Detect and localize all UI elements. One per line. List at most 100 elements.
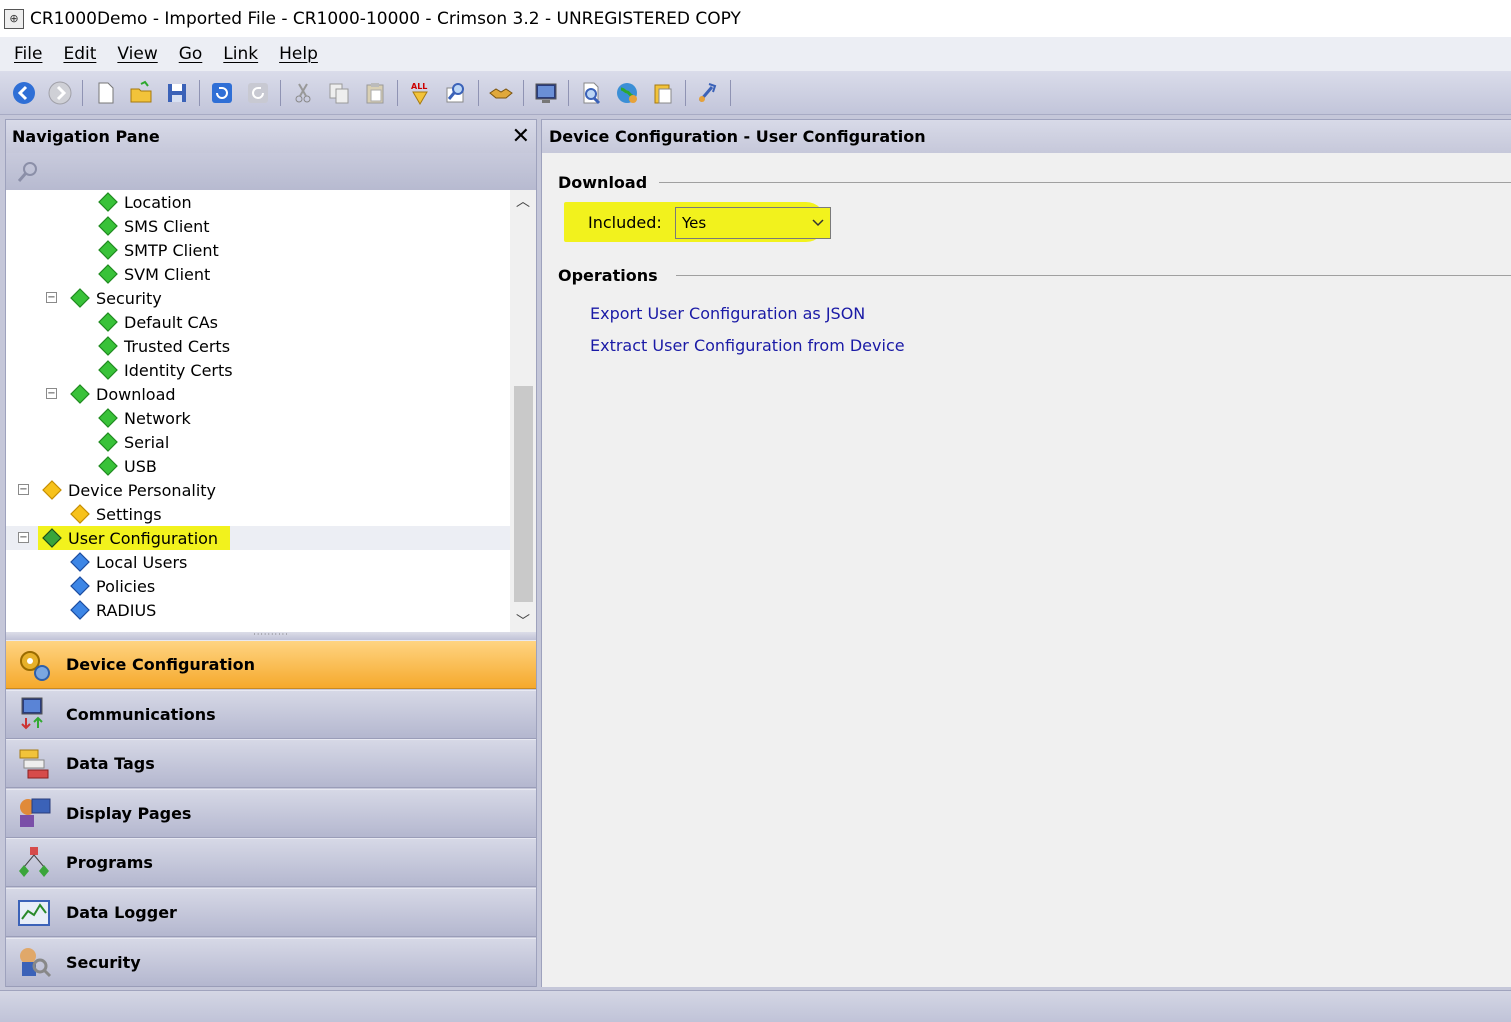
tree-item[interactable]: Settings — [6, 502, 510, 526]
tree-item-label: Trusted Certs — [124, 336, 231, 356]
export-json-link[interactable]: Export User Configuration as JSON — [590, 304, 865, 323]
menu-view[interactable]: View — [117, 44, 157, 64]
collapse-icon[interactable]: − — [46, 388, 57, 399]
tree-item-label: Network — [124, 408, 191, 428]
clipboard-icon — [654, 84, 672, 103]
menu-file[interactable]: File — [14, 44, 42, 64]
tree-item[interactable]: Serial — [6, 430, 510, 454]
tree-item[interactable]: Policies — [6, 574, 510, 598]
inspect-icon — [583, 82, 601, 104]
undo-button[interactable] — [207, 78, 237, 108]
monitor-button[interactable] — [531, 78, 561, 108]
save-button[interactable] — [162, 78, 192, 108]
tree-item[interactable]: RADIUS — [6, 598, 510, 622]
nav-search-bar[interactable] — [6, 153, 536, 190]
pane-splitter[interactable]: ·········· — [6, 631, 536, 640]
redo-button[interactable] — [243, 78, 273, 108]
yellow-diamond-icon — [70, 504, 90, 524]
find-button[interactable] — [441, 78, 471, 108]
application-window: ⊕ CR1000Demo - Imported File - CR1000-10… — [0, 0, 1511, 1022]
app-icon: ⊕ — [4, 8, 24, 29]
included-label: Included: — [588, 213, 662, 232]
category-data-logger[interactable]: Data Logger — [6, 888, 536, 937]
navigation-pane-header: Navigation Pane ✕ — [6, 120, 536, 153]
tree-scrollbar[interactable]: ︿ ﹀ — [510, 190, 536, 632]
toolbar-separator — [730, 79, 731, 106]
tree-item[interactable]: SVM Client — [6, 262, 510, 286]
programs-icon — [19, 846, 49, 877]
tree-item[interactable]: Default CAs — [6, 310, 510, 334]
blue-diamond-icon — [70, 600, 90, 620]
close-icon[interactable]: ✕ — [512, 125, 530, 148]
scroll-up-icon[interactable]: ︿ — [510, 190, 536, 212]
back-button[interactable] — [9, 78, 39, 108]
chevron-down-icon[interactable] — [812, 216, 824, 228]
category-programs[interactable]: Programs — [6, 838, 536, 888]
tree-item-label: SMTP Client — [124, 240, 219, 260]
forward-button[interactable] — [45, 78, 75, 108]
category-data-tags[interactable]: Data Tags — [6, 739, 536, 789]
tree-item[interactable]: Trusted Certs — [6, 334, 510, 358]
category-security[interactable]: Security — [6, 937, 536, 987]
menu-bar: File Edit View Go Link Help — [0, 37, 1511, 71]
web-button[interactable] — [612, 78, 642, 108]
handshake-button[interactable] — [486, 78, 516, 108]
category-display-pages[interactable]: Display Pages — [6, 788, 536, 838]
tree-item-label: SMS Client — [124, 216, 210, 236]
yellow-diamond-icon — [42, 480, 62, 500]
menu-go[interactable]: Go — [179, 44, 203, 64]
link-button[interactable] — [693, 78, 723, 108]
search-icon[interactable] — [16, 160, 40, 184]
collapse-icon[interactable]: − — [46, 292, 57, 303]
paste-icon — [366, 82, 384, 103]
clipboard-button[interactable] — [648, 78, 678, 108]
included-select-value: Yes — [682, 214, 707, 232]
tree-item[interactable]: − User Configuration — [6, 526, 510, 550]
toolbar-separator — [568, 79, 569, 106]
scroll-down-icon[interactable]: ﹀ — [510, 610, 536, 632]
green-diamond-icon — [70, 384, 90, 404]
copy-button[interactable] — [324, 78, 354, 108]
collapse-icon[interactable]: − — [18, 532, 29, 543]
collapse-icon[interactable]: − — [18, 484, 29, 495]
tree-item-label: Serial — [124, 432, 170, 452]
tree-item[interactable]: Identity Certs — [6, 358, 510, 382]
copy-icon — [329, 83, 349, 103]
category-device-configuration[interactable]: Device Configuration — [6, 640, 536, 689]
green-diamond-icon — [98, 408, 118, 428]
category-communications[interactable]: Communications — [6, 689, 536, 739]
tree-item[interactable]: SMS Client — [6, 214, 510, 238]
paste-button[interactable] — [360, 78, 390, 108]
back-icon — [13, 81, 35, 104]
tree-item-label: RADIUS — [96, 600, 157, 620]
toolbar: ALL — [0, 71, 1511, 115]
tree-item[interactable]: Local Users — [6, 550, 510, 574]
communications-icon — [21, 697, 43, 730]
content-header: Device Configuration - User Configuratio… — [542, 120, 1511, 153]
new-file-icon — [98, 82, 114, 103]
tree-item[interactable]: − Download — [6, 382, 510, 406]
inspect-button[interactable] — [576, 78, 606, 108]
tree-item[interactable]: Network — [6, 406, 510, 430]
tree-item[interactable]: − Security — [6, 286, 510, 310]
included-select[interactable]: Yes — [675, 207, 831, 239]
scroll-thumb[interactable] — [514, 386, 533, 602]
new-file-button[interactable] — [90, 78, 120, 108]
green-diamond-icon — [98, 312, 118, 332]
open-file-button[interactable] — [126, 78, 156, 108]
tree-item-label: User Configuration — [68, 528, 219, 548]
tree-item[interactable]: − Device Personality — [6, 478, 510, 502]
menu-link[interactable]: Link — [223, 44, 258, 64]
find-all-button[interactable]: ALL — [405, 78, 435, 108]
title-bar: ⊕ CR1000Demo - Imported File - CR1000-10… — [0, 0, 1511, 37]
tree-item[interactable]: Location — [6, 190, 510, 214]
tree-item[interactable]: USB — [6, 454, 510, 478]
tree-item[interactable]: SMTP Client — [6, 238, 510, 262]
extract-from-device-link[interactable]: Extract User Configuration from Device — [590, 336, 905, 355]
menu-help[interactable]: Help — [279, 44, 318, 64]
green-diamond-icon — [98, 336, 118, 356]
forward-icon — [48, 81, 72, 104]
tree-item-label: Local Users — [96, 552, 188, 572]
cut-button[interactable] — [288, 78, 318, 108]
menu-edit[interactable]: Edit — [63, 44, 96, 64]
